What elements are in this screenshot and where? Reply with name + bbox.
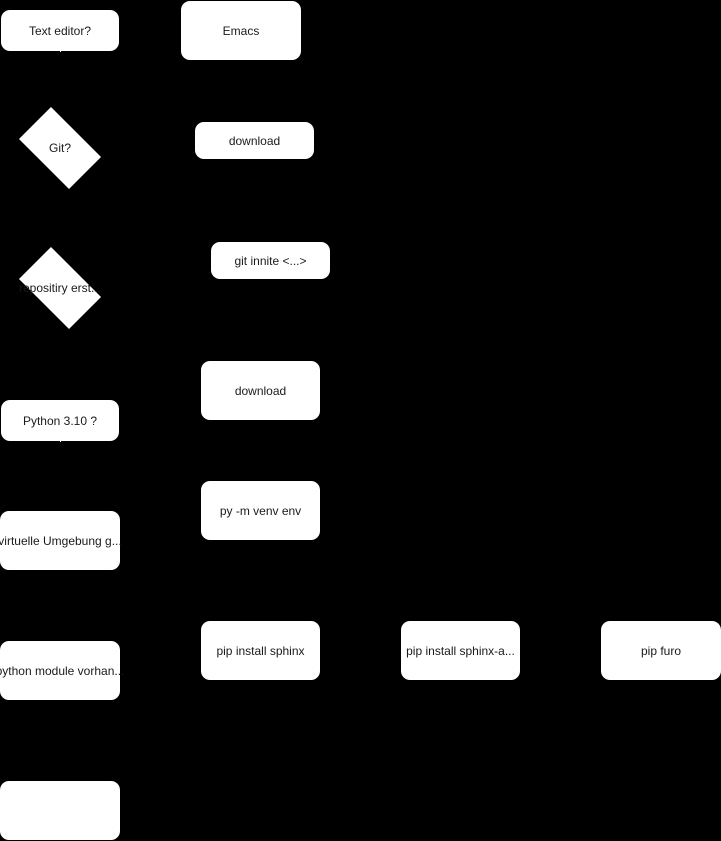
process-node-download-git[interactable]: download: [195, 122, 314, 159]
node-label: python module vorhan...: [0, 663, 125, 678]
node-label: pip furo: [640, 643, 682, 658]
connector-python-version-stub: [60, 431, 61, 442]
process-node-empty-node[interactable]: [0, 781, 120, 840]
process-node-venv-create[interactable]: py -m venv env: [201, 481, 320, 540]
node-label: virtuelle Umgebung g...: [0, 533, 122, 548]
node-label: git innite <...>: [234, 253, 307, 268]
process-node-pip-sphinx[interactable]: pip install sphinx: [201, 621, 320, 680]
process-node-venv-question[interactable]: virtuelle Umgebung g...: [0, 511, 122, 570]
node-label: Emacs: [222, 23, 260, 38]
process-node-git-init[interactable]: git innite <...>: [211, 242, 330, 279]
node-label: py -m venv env: [219, 503, 302, 518]
process-node-modules-question[interactable]: python module vorhan...: [0, 641, 124, 700]
process-node-download-python[interactable]: download: [201, 361, 320, 420]
node-label: pip install sphinx-a...: [406, 643, 515, 658]
process-node-pip-furo[interactable]: pip furo: [601, 621, 721, 680]
node-label: download: [234, 383, 287, 398]
node-label: repositiry erst...: [18, 281, 102, 295]
decision-node-repository-question[interactable]: repositiry erst...: [10, 246, 110, 330]
connector-text-editor-stub: [60, 41, 61, 52]
node-label: download: [228, 133, 281, 148]
node-label: pip install sphinx: [216, 643, 305, 658]
node-label: Git?: [48, 141, 72, 155]
decision-node-git-question[interactable]: Git?: [10, 106, 110, 190]
process-node-pip-sphinx-autoapi[interactable]: pip install sphinx-a...: [401, 621, 520, 680]
process-node-emacs[interactable]: Emacs: [181, 1, 301, 60]
node-label: Python 3.10 ?: [22, 413, 98, 428]
flowchart-canvas: Text editor? Emacs Git? download repositiry …: [0, 0, 721, 841]
node-label: Text editor?: [28, 23, 92, 38]
